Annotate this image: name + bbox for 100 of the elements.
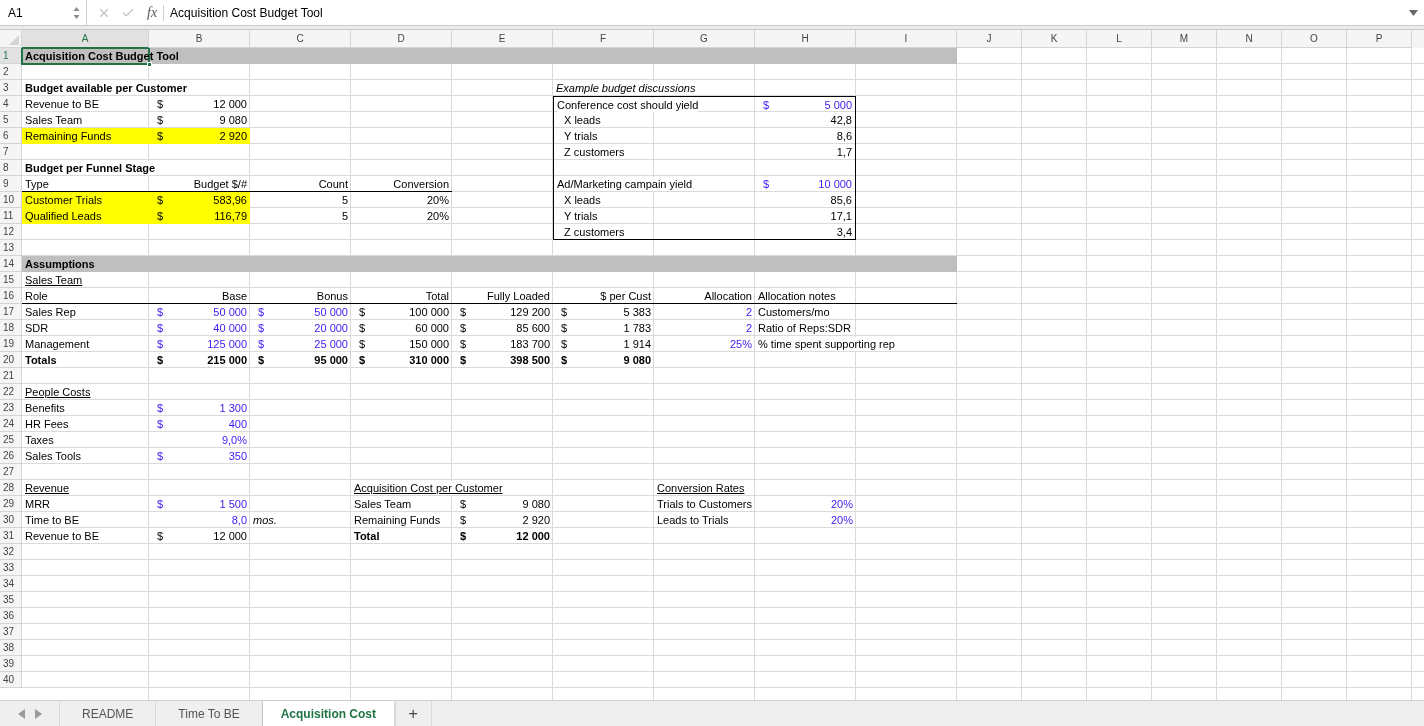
cell-text: Y trials xyxy=(564,129,598,143)
name-box[interactable]: A1 xyxy=(0,0,87,25)
sheet-tab[interactable]: README xyxy=(60,701,157,726)
row-header[interactable]: 11 xyxy=(0,208,22,224)
row-header[interactable]: 24 xyxy=(0,416,22,432)
cell-value: Budget $/# xyxy=(193,176,247,191)
cell-text: Assumptions xyxy=(25,257,95,271)
cell-text: Y trials xyxy=(564,209,598,223)
cell-text: Customers/mo xyxy=(758,305,830,319)
cell-value: 20% xyxy=(830,497,853,511)
cell-text: % time spent supporting rep xyxy=(758,337,895,351)
row-header[interactable]: 26 xyxy=(0,448,22,464)
stepper-icon[interactable] xyxy=(73,5,80,20)
row-header[interactable]: 28 xyxy=(0,480,22,496)
cell-text: Remaining Funds xyxy=(25,129,112,143)
row-header[interactable]: 38 xyxy=(0,640,22,656)
cell-value: 12 000 xyxy=(213,529,247,543)
cell-value: Allocation xyxy=(704,288,752,303)
cell-value: 215 000 xyxy=(207,353,247,367)
currency-symbol: $ xyxy=(763,97,770,112)
cell-value: 85,6 xyxy=(830,193,852,207)
row-header[interactable]: 6 xyxy=(0,128,22,144)
row-header[interactable]: 31 xyxy=(0,528,22,544)
row-header[interactable]: 7 xyxy=(0,144,22,160)
cell-value: 2 xyxy=(745,321,752,335)
formula-text[interactable]: Acquisition Cost Budget Tool xyxy=(170,3,323,22)
row-header[interactable]: 17 xyxy=(0,304,22,320)
cell-text: Acquisition Cost per Customer xyxy=(354,481,503,495)
row-header[interactable]: 5 xyxy=(0,112,22,128)
row-header[interactable]: 13 xyxy=(0,240,22,256)
row-header[interactable]: 18 xyxy=(0,320,22,336)
cell-value: 50 000 xyxy=(314,305,348,319)
cell-text: Qualified Leads xyxy=(25,209,102,223)
row-header[interactable]: 33 xyxy=(0,560,22,576)
row-header[interactable]: 3 xyxy=(0,80,22,96)
row-header[interactable]: 25 xyxy=(0,432,22,448)
row-header[interactable]: 1 xyxy=(0,48,22,64)
row-header[interactable]: 37 xyxy=(0,624,22,640)
row-header[interactable]: 40 xyxy=(0,672,22,688)
cell-value: 9 080 xyxy=(522,497,550,511)
row-header[interactable]: 27 xyxy=(0,464,22,480)
row-header[interactable]: 32 xyxy=(0,544,22,560)
row-header[interactable]: 8 xyxy=(0,160,22,176)
row-header[interactable]: 10 xyxy=(0,192,22,208)
cell-value: Bonus xyxy=(316,288,348,303)
currency-symbol: $ xyxy=(460,497,467,511)
cell-text: Management xyxy=(25,337,90,351)
cell-value: 8,6 xyxy=(836,129,852,143)
cell-value: 1 300 xyxy=(219,401,247,415)
row-header[interactable]: 35 xyxy=(0,592,22,608)
currency-symbol: $ xyxy=(157,449,164,463)
currency-symbol: $ xyxy=(258,337,265,351)
row-header[interactable]: 12 xyxy=(0,224,22,240)
cell-text: Ratio of Reps:SDR xyxy=(758,321,851,335)
cell-text: Conversion Rates xyxy=(657,481,745,495)
row-header[interactable]: 21 xyxy=(0,368,22,384)
row-header[interactable]: 36 xyxy=(0,608,22,624)
row-header[interactable]: 22 xyxy=(0,384,22,400)
row-header[interactable]: 2 xyxy=(0,64,22,80)
next-sheet-icon[interactable] xyxy=(34,708,42,719)
row-header[interactable]: 15 xyxy=(0,272,22,288)
cell-value: 50 000 xyxy=(213,305,247,319)
currency-symbol: $ xyxy=(460,353,467,367)
sheet-tab[interactable]: Time To BE xyxy=(156,701,263,726)
cell-value: 12 000 xyxy=(516,529,550,543)
currency-symbol: $ xyxy=(359,305,366,319)
row-header[interactable]: 9 xyxy=(0,176,22,192)
cell-value: 1 914 xyxy=(623,337,651,351)
currency-symbol: $ xyxy=(157,417,164,431)
cell-text: X leads xyxy=(564,113,601,127)
cell-text: Ad/Marketing campain yield xyxy=(557,177,693,191)
cell-value: 2 920 xyxy=(219,129,247,143)
column-header[interactable]: A xyxy=(22,30,149,48)
sheet-tab[interactable]: Acquisition Cost xyxy=(262,701,396,726)
row-header[interactable]: 4 xyxy=(0,96,22,112)
cell-value: 183 700 xyxy=(510,337,550,351)
row-header[interactable]: 39 xyxy=(0,656,22,672)
currency-symbol: $ xyxy=(157,401,164,415)
fill-handle[interactable] xyxy=(147,62,152,67)
cell-value: 9 080 xyxy=(623,353,651,367)
row-header[interactable]: 16 xyxy=(0,288,22,304)
row-header[interactable]: 19 xyxy=(0,336,22,352)
function-button[interactable]: fx xyxy=(147,2,158,23)
previous-sheet-icon[interactable] xyxy=(17,708,25,719)
row-header[interactable]: 29 xyxy=(0,496,22,512)
cell-value: 17,1 xyxy=(830,209,852,223)
cell-value: 129 200 xyxy=(510,305,550,319)
row-header[interactable]: 14 xyxy=(0,256,22,272)
row-header[interactable]: 20 xyxy=(0,352,22,368)
row-header[interactable]: 30 xyxy=(0,512,22,528)
add-sheet-button[interactable]: + xyxy=(395,701,433,726)
currency-symbol: $ xyxy=(157,193,164,207)
cell-value: 5 xyxy=(341,209,348,223)
row-header[interactable]: 23 xyxy=(0,400,22,416)
row-header[interactable]: 34 xyxy=(0,576,22,592)
cell-value: Total xyxy=(425,288,449,303)
cell-value: 2 920 xyxy=(522,513,550,527)
dropdown-icon[interactable] xyxy=(1409,9,1418,16)
cell-value: 25 000 xyxy=(314,337,348,351)
cell-value: 20% xyxy=(426,193,449,207)
